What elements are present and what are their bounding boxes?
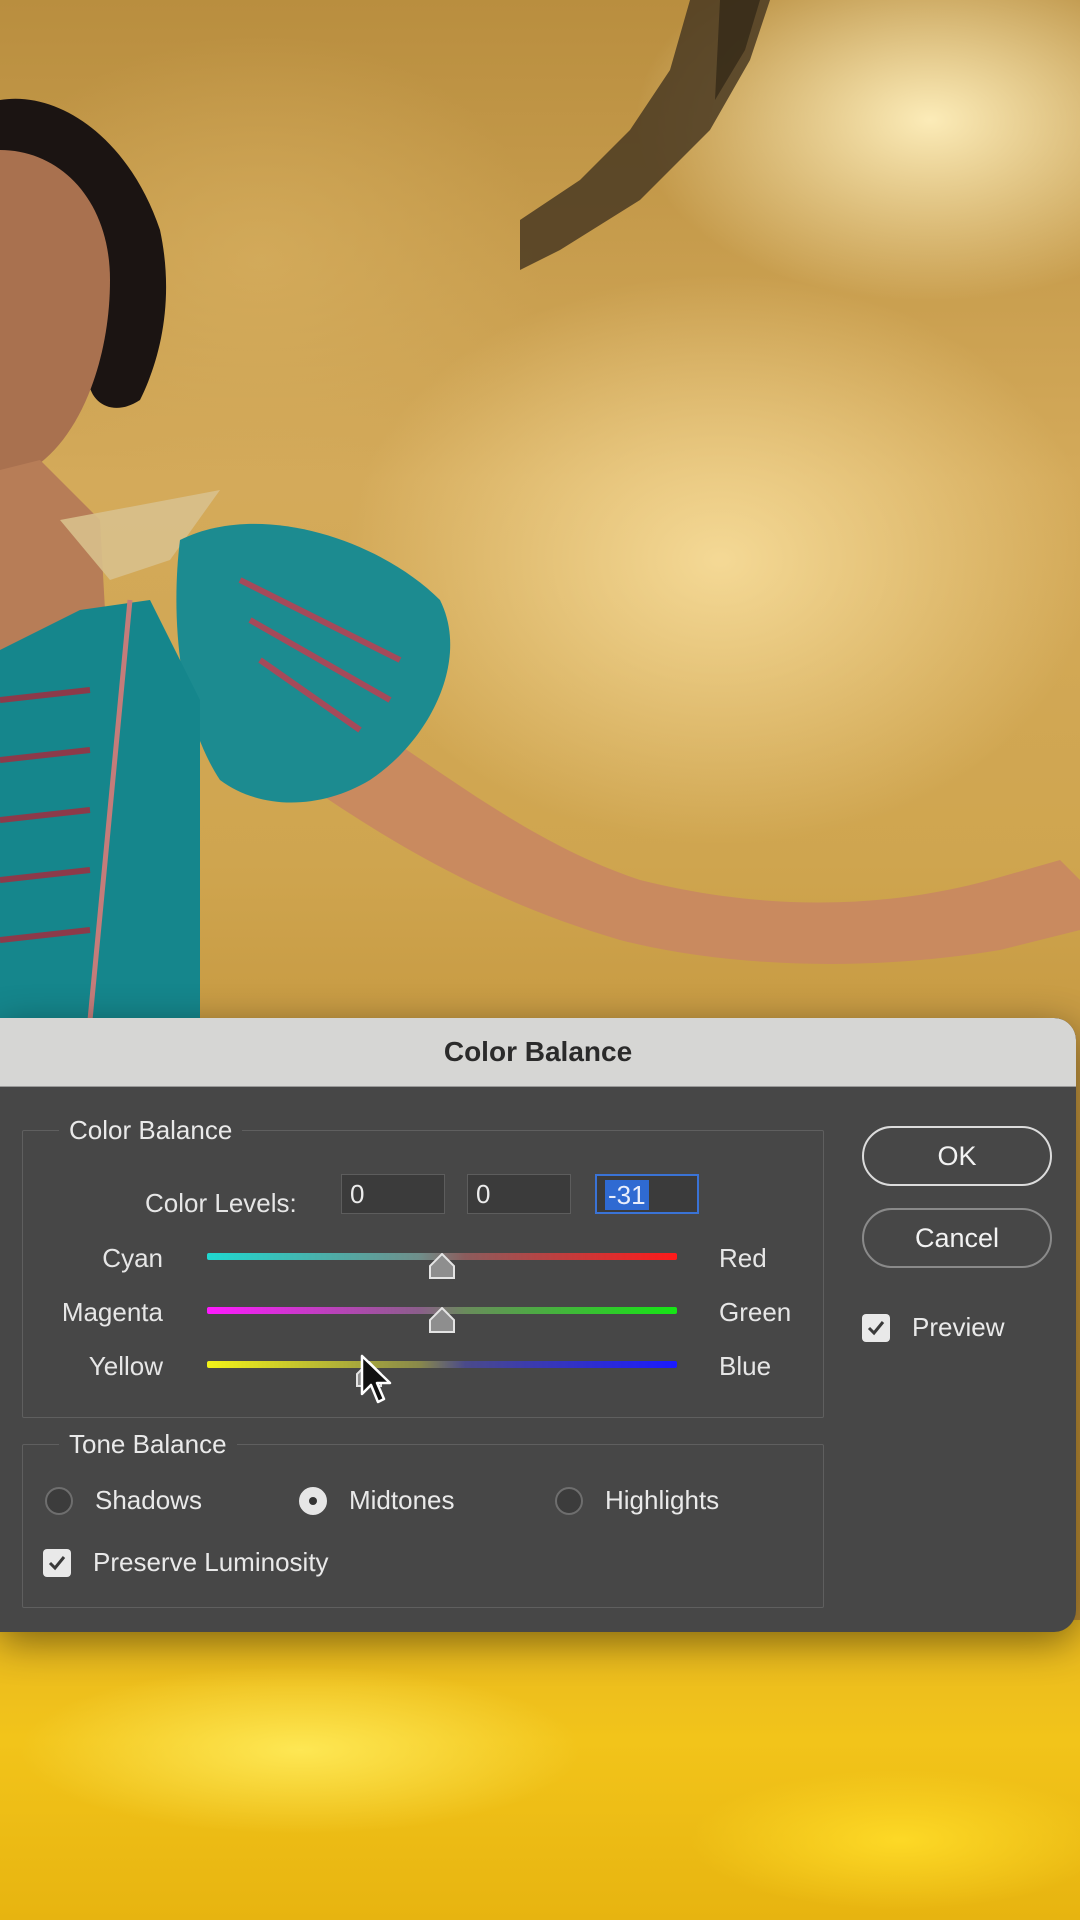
radio-circle[interactable] [299, 1486, 327, 1515]
checkmark-icon [48, 1555, 66, 1570]
checkbox-box[interactable] [43, 1548, 71, 1577]
shadows-label: Shadows [95, 1485, 202, 1515]
red-label: Red [719, 1243, 767, 1273]
background-photo [0, 0, 1080, 1920]
slider-thumb-icon[interactable] [428, 1253, 456, 1279]
preview-checkbox[interactable]: Preview [862, 1312, 1004, 1343]
woman-figure [0, 98, 1080, 1020]
mouse-pointer-icon [360, 1354, 392, 1404]
yellow-label: Yellow [88, 1351, 163, 1381]
ok-button[interactable]: OK [862, 1126, 1052, 1186]
yellow-blue-slider-row: Yellow Blue [23, 1347, 823, 1387]
midtones-radio[interactable]: Midtones [299, 1485, 455, 1516]
radio-circle[interactable] [45, 1486, 73, 1515]
yellow-blue-slider-track[interactable] [207, 1361, 677, 1368]
color-level-yellow-blue-input[interactable]: -31 [595, 1174, 699, 1214]
magenta-green-slider-row: Magenta Green [23, 1293, 823, 1333]
radio-circle[interactable] [555, 1486, 583, 1515]
highlights-radio[interactable]: Highlights [555, 1485, 719, 1516]
cancel-button[interactable]: Cancel [862, 1208, 1052, 1268]
tone-balance-legend: Tone Balance [59, 1429, 237, 1460]
highlights-label: Highlights [605, 1485, 720, 1515]
slider-thumb-icon[interactable] [428, 1307, 456, 1333]
green-label: Green [719, 1297, 792, 1327]
tone-balance-group: Tone Balance Shadows Midtones Highlights… [22, 1429, 824, 1608]
color-balance-legend: Color Balance [59, 1115, 243, 1146]
color-balance-group: Color Balance Color Levels: 0 0 -31 Cyan… [22, 1115, 824, 1418]
preserve-luminosity-checkbox[interactable]: Preserve Luminosity [43, 1547, 329, 1578]
color-levels-label: Color Levels: [145, 1188, 297, 1218]
selected-level-text: -31 [605, 1180, 649, 1210]
checkmark-icon [867, 1320, 885, 1335]
checkbox-box[interactable] [862, 1313, 890, 1342]
color-balance-dialog: Color Balance Color Balance Color Levels… [0, 1018, 1076, 1632]
cyan-red-slider-row: Cyan Red [23, 1239, 823, 1279]
cyan-label: Cyan [102, 1243, 163, 1273]
preserve-luminosity-label: Preserve Luminosity [93, 1547, 329, 1577]
preview-label: Preview [912, 1312, 1005, 1342]
dialog-titlebar[interactable]: Color Balance [0, 1018, 1076, 1087]
color-level-cyan-red-input[interactable]: 0 [341, 1174, 445, 1214]
dialog-title: Color Balance [443, 1036, 633, 1067]
yellow-skirt [0, 1620, 1080, 1920]
midtones-label: Midtones [349, 1485, 455, 1515]
shadows-radio[interactable]: Shadows [45, 1485, 202, 1516]
blue-label: Blue [719, 1351, 772, 1381]
color-level-magenta-green-input[interactable]: 0 [467, 1174, 571, 1214]
magenta-label: Magenta [61, 1297, 163, 1327]
